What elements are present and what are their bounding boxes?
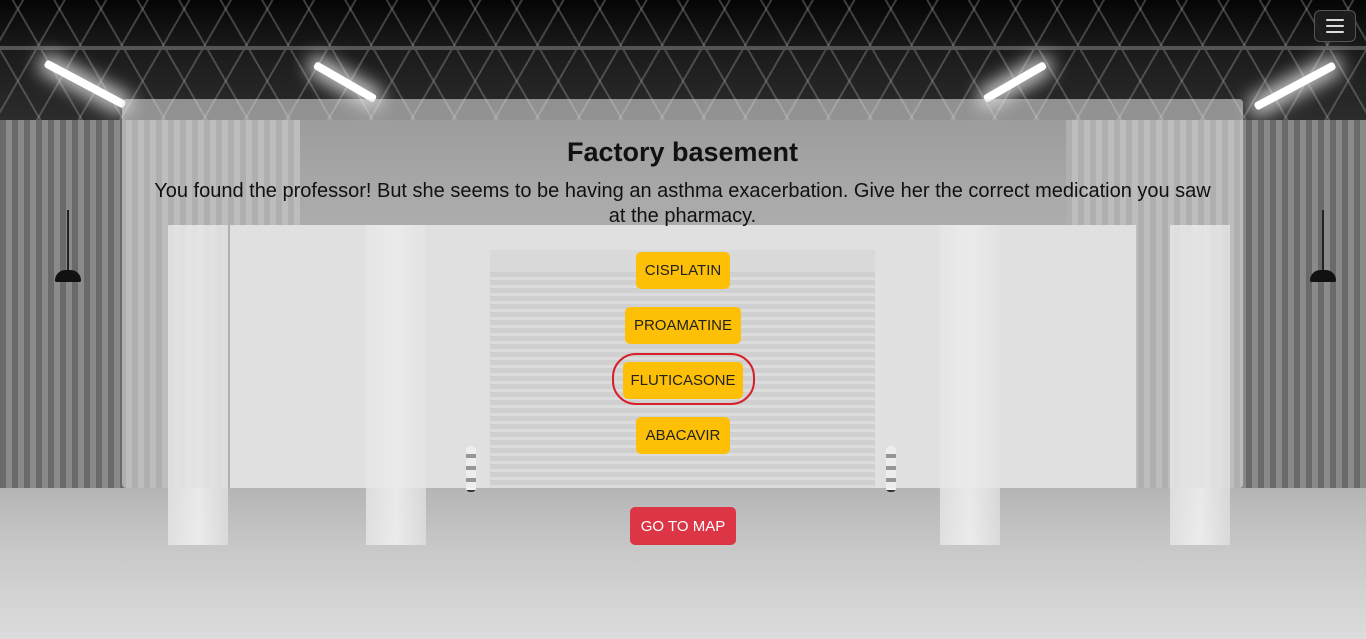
menu-bar xyxy=(1326,31,1344,33)
go-to-map-button[interactable]: GO TO MAP xyxy=(630,507,736,545)
lamp-wire xyxy=(67,210,69,270)
factory-basement-scene: Factory basement You found the professor… xyxy=(0,0,1366,639)
menu-bar xyxy=(1326,19,1344,21)
scene-message: You found the professor! But she seems t… xyxy=(154,180,1211,227)
hanging-lamp-icon xyxy=(1310,270,1336,282)
lamp-wire xyxy=(1322,210,1324,270)
option-cisplatin-button[interactable]: CISPLATIN xyxy=(636,252,730,289)
option-proamatine-button[interactable]: PROAMATINE xyxy=(625,307,741,344)
hamburger-menu-icon[interactable] xyxy=(1314,10,1356,42)
option-abacavir-button[interactable]: ABACAVIR xyxy=(636,417,730,454)
hanging-lamp-icon xyxy=(55,270,81,282)
menu-bar xyxy=(1326,25,1344,27)
option-fluticasone-button[interactable]: FLUTICASONE xyxy=(623,362,743,399)
scene-title: Factory basement xyxy=(566,137,799,167)
ceiling-beam xyxy=(0,46,1366,50)
